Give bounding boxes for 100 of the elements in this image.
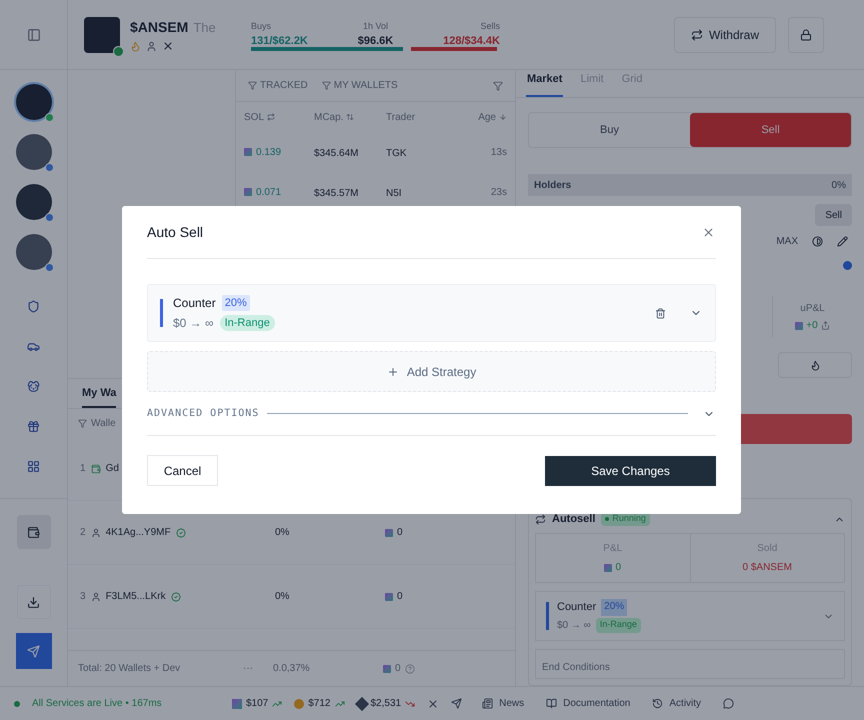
sol-icon <box>795 322 804 330</box>
range-badge: In-Range <box>220 314 275 332</box>
upnl-label: uP&L <box>800 302 825 316</box>
send-icon <box>27 644 40 658</box>
footer-link[interactable]: News <box>482 696 524 711</box>
stat-value: $96.6K <box>358 34 394 49</box>
avatar[interactable] <box>16 134 52 170</box>
ticker-price: $107 <box>246 697 268 711</box>
more-dots[interactable]: ··· <box>243 661 273 676</box>
person-icon[interactable] <box>146 40 157 52</box>
filter-label[interactable]: Walle <box>91 416 116 430</box>
footer-link[interactable]: Documentation <box>546 696 630 711</box>
pencil-icon[interactable] <box>837 236 848 247</box>
lock-button[interactable] <box>788 16 824 52</box>
avatar[interactable] <box>16 184 52 220</box>
swap-icon[interactable] <box>267 113 276 121</box>
person-icon <box>90 528 101 538</box>
add-strategy-button[interactable]: Add Strategy <box>147 351 716 392</box>
table-cell: TGK <box>386 148 407 159</box>
strategy-range: $0 → ∞ <box>557 618 591 633</box>
telegram-icon[interactable] <box>451 698 462 709</box>
rail-button[interactable] <box>16 515 50 549</box>
token-symbol: $ANSEM <box>130 18 188 37</box>
order-tab[interactable]: Market <box>526 70 564 97</box>
table-cell-text: 0.071 <box>256 186 282 200</box>
strategy-card[interactable]: Counter 20% $0 → ∞ In-Range <box>535 591 845 641</box>
avatar[interactable] <box>16 234 52 270</box>
footer-link[interactable]: Activity <box>652 696 702 711</box>
column-header[interactable]: Age <box>478 110 496 124</box>
column-header[interactable]: MCap. <box>314 110 344 124</box>
filter-button[interactable]: TRACKED <box>248 78 308 93</box>
max-button[interactable]: MAX <box>776 234 798 249</box>
close-icon <box>702 226 714 238</box>
sell-chip[interactable]: Sell <box>815 204 852 226</box>
half-circle-icon[interactable] <box>812 236 823 247</box>
avatar[interactable] <box>16 84 52 120</box>
grid-icon <box>27 460 40 472</box>
sol-icon <box>385 528 393 536</box>
stat-label: 1h Vol <box>362 20 388 32</box>
autosell-label: Autosell <box>552 512 596 527</box>
shield-icon <box>27 300 40 312</box>
share-icon[interactable] <box>820 321 830 330</box>
end-conditions-label: End Conditions <box>542 662 610 673</box>
dog-icon <box>27 380 40 392</box>
sol-icon <box>383 664 391 672</box>
side-toggle[interactable]: Buy <box>529 113 690 147</box>
table-cell-text: 0% <box>275 590 290 604</box>
strategy-card[interactable]: Counter 20% $0 → ∞ In-Range <box>147 284 716 342</box>
filter-icon[interactable] <box>78 418 87 428</box>
column-header[interactable]: SOL <box>244 110 264 124</box>
coin-icon <box>232 698 242 708</box>
gift-icon <box>27 420 40 432</box>
upnl-value: +0 <box>806 319 818 333</box>
sol-icon <box>385 592 393 600</box>
autosell-icon <box>535 514 546 524</box>
sidebar-toggle-icon[interactable] <box>26 28 40 42</box>
services-status[interactable]: All Services are Live • 167ms <box>32 696 220 711</box>
pnl-value: 0 <box>615 561 622 575</box>
stat-label: Buys <box>251 20 272 33</box>
delete-button[interactable] <box>653 306 667 320</box>
sol-icon <box>604 564 612 572</box>
side-toggle[interactable]: Sell <box>690 113 851 147</box>
chat-icon[interactable] <box>723 698 734 709</box>
flame-icon <box>810 360 820 370</box>
table-cell-text: 0 <box>397 526 403 540</box>
filter-icon <box>248 81 257 90</box>
lock-icon <box>800 28 812 40</box>
send-button[interactable] <box>16 633 52 669</box>
holders-label: Holders <box>534 178 572 192</box>
advanced-options-label[interactable]: ADVANCED OPTIONS <box>147 406 260 421</box>
total-sol: 0 <box>395 662 401 676</box>
download-icon <box>27 596 40 608</box>
stat-label: Sells <box>480 20 500 32</box>
verified-badge <box>113 46 124 56</box>
sort-icon[interactable] <box>499 113 507 121</box>
x-logo-icon[interactable] <box>427 698 440 710</box>
sort-icon[interactable] <box>346 113 354 121</box>
sol-icon <box>244 188 252 196</box>
rail-button[interactable] <box>16 585 50 619</box>
wallet-icon <box>27 526 40 538</box>
wallet-name[interactable]: Gd <box>106 461 119 476</box>
filter-icon <box>322 81 331 90</box>
wallet-name[interactable]: 4K1Ag...Y9MF <box>106 525 171 540</box>
percent-badge: 20% <box>222 294 250 312</box>
table-cell: $345.64M <box>314 148 358 159</box>
column-header[interactable]: Trader <box>386 110 416 124</box>
table-cell: $345.57M <box>314 188 358 199</box>
table-cell-text: 23s <box>490 186 507 200</box>
wallet-name[interactable]: F3LM5...LKrk <box>106 589 166 604</box>
row-index: 1 <box>80 462 86 476</box>
dialog-title: Auto Sell <box>147 222 204 242</box>
withdraw-button[interactable]: Withdraw <box>674 16 776 52</box>
cancel-button[interactable]: Cancel <box>147 455 218 486</box>
filter-icon[interactable] <box>493 80 503 90</box>
wallets-tab[interactable]: My Wa <box>82 384 116 408</box>
x-logo-icon[interactable] <box>162 40 174 52</box>
save-button[interactable]: Save Changes <box>545 456 716 486</box>
wallets-total: Total: 20 Wallets + Dev <box>78 662 182 676</box>
table-cell-text: 13s <box>490 146 507 160</box>
filter-button[interactable]: MY WALLETS <box>322 78 398 93</box>
